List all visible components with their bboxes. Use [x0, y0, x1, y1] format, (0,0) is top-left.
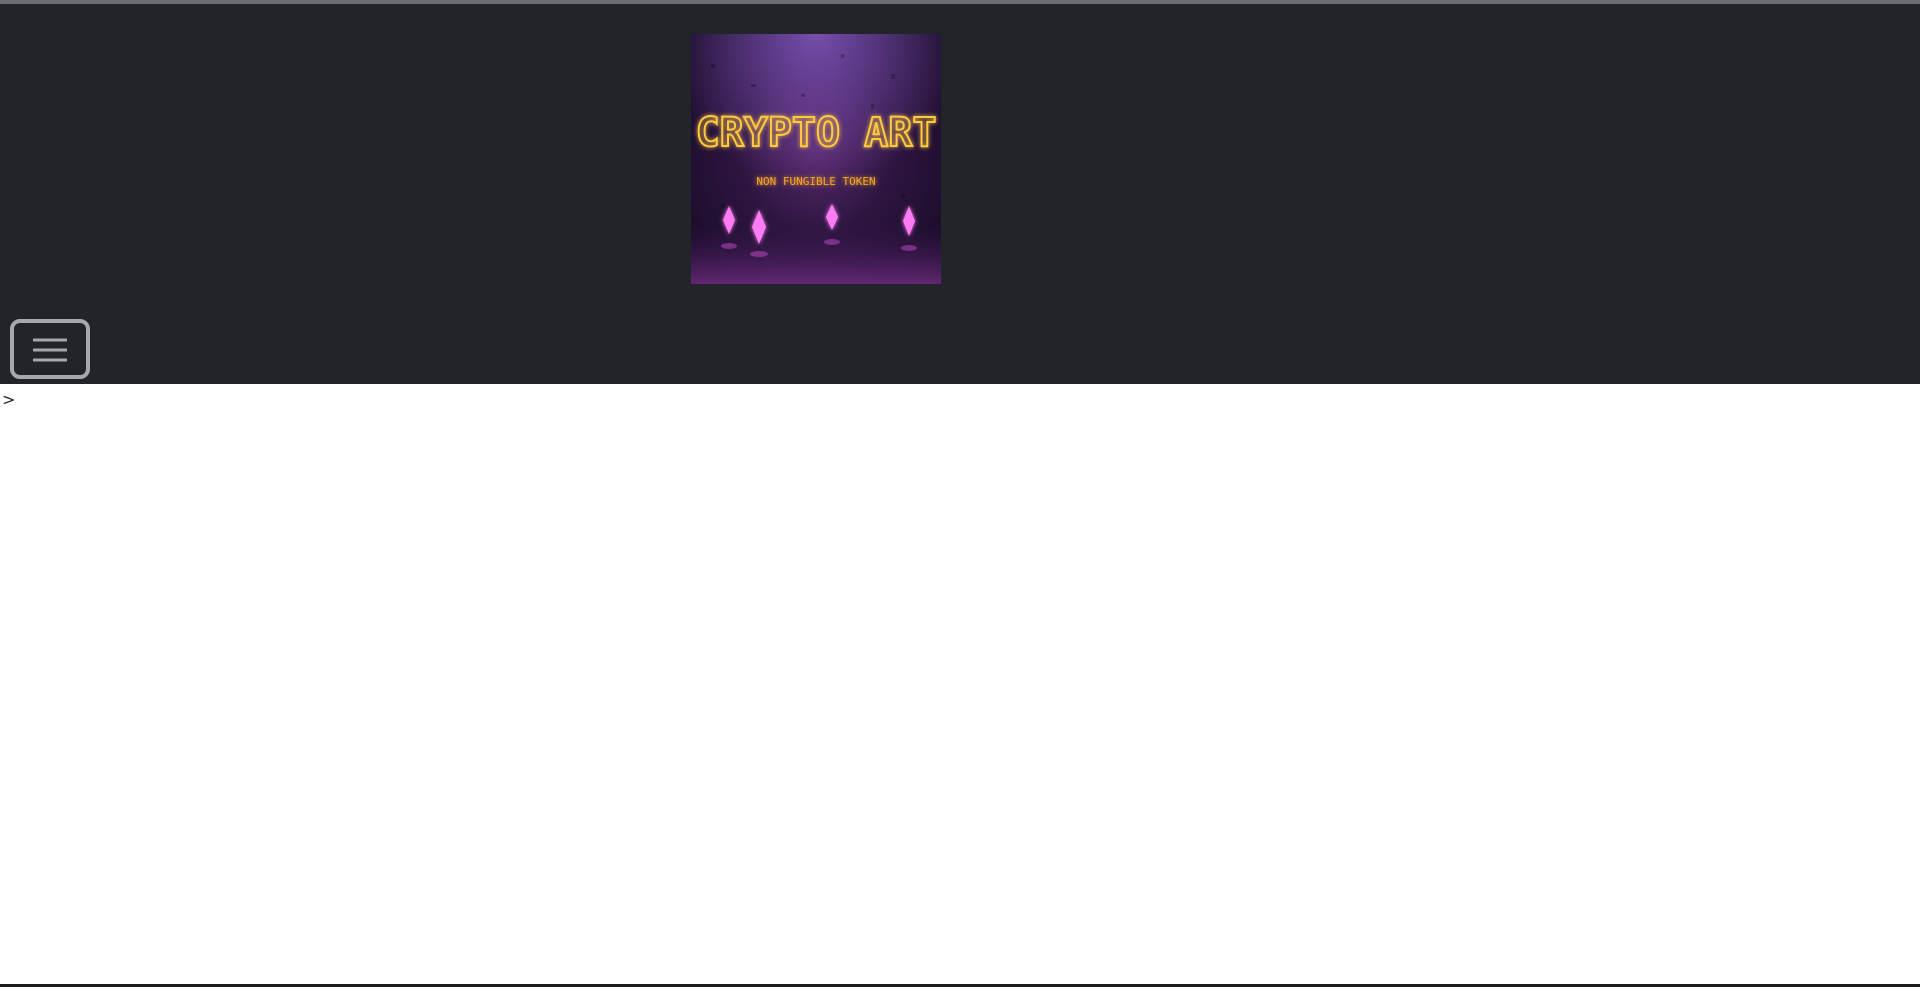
logo-title: CRYPTO ART: [696, 110, 937, 156]
navbar-toggler-button[interactable]: [10, 319, 90, 379]
logo-subtitle: NON FUNGIBLE TOKEN: [756, 175, 875, 188]
navbar: CRYPTO ART NON FUNGIBLE TOKEN: [0, 4, 1920, 384]
stray-text: >: [2, 390, 16, 409]
crypto-art-logo-image: CRYPTO ART NON FUNGIBLE TOKEN: [691, 34, 941, 284]
brand-logo[interactable]: CRYPTO ART NON FUNGIBLE TOKEN: [691, 34, 941, 284]
hamburger-icon: [33, 338, 67, 362]
